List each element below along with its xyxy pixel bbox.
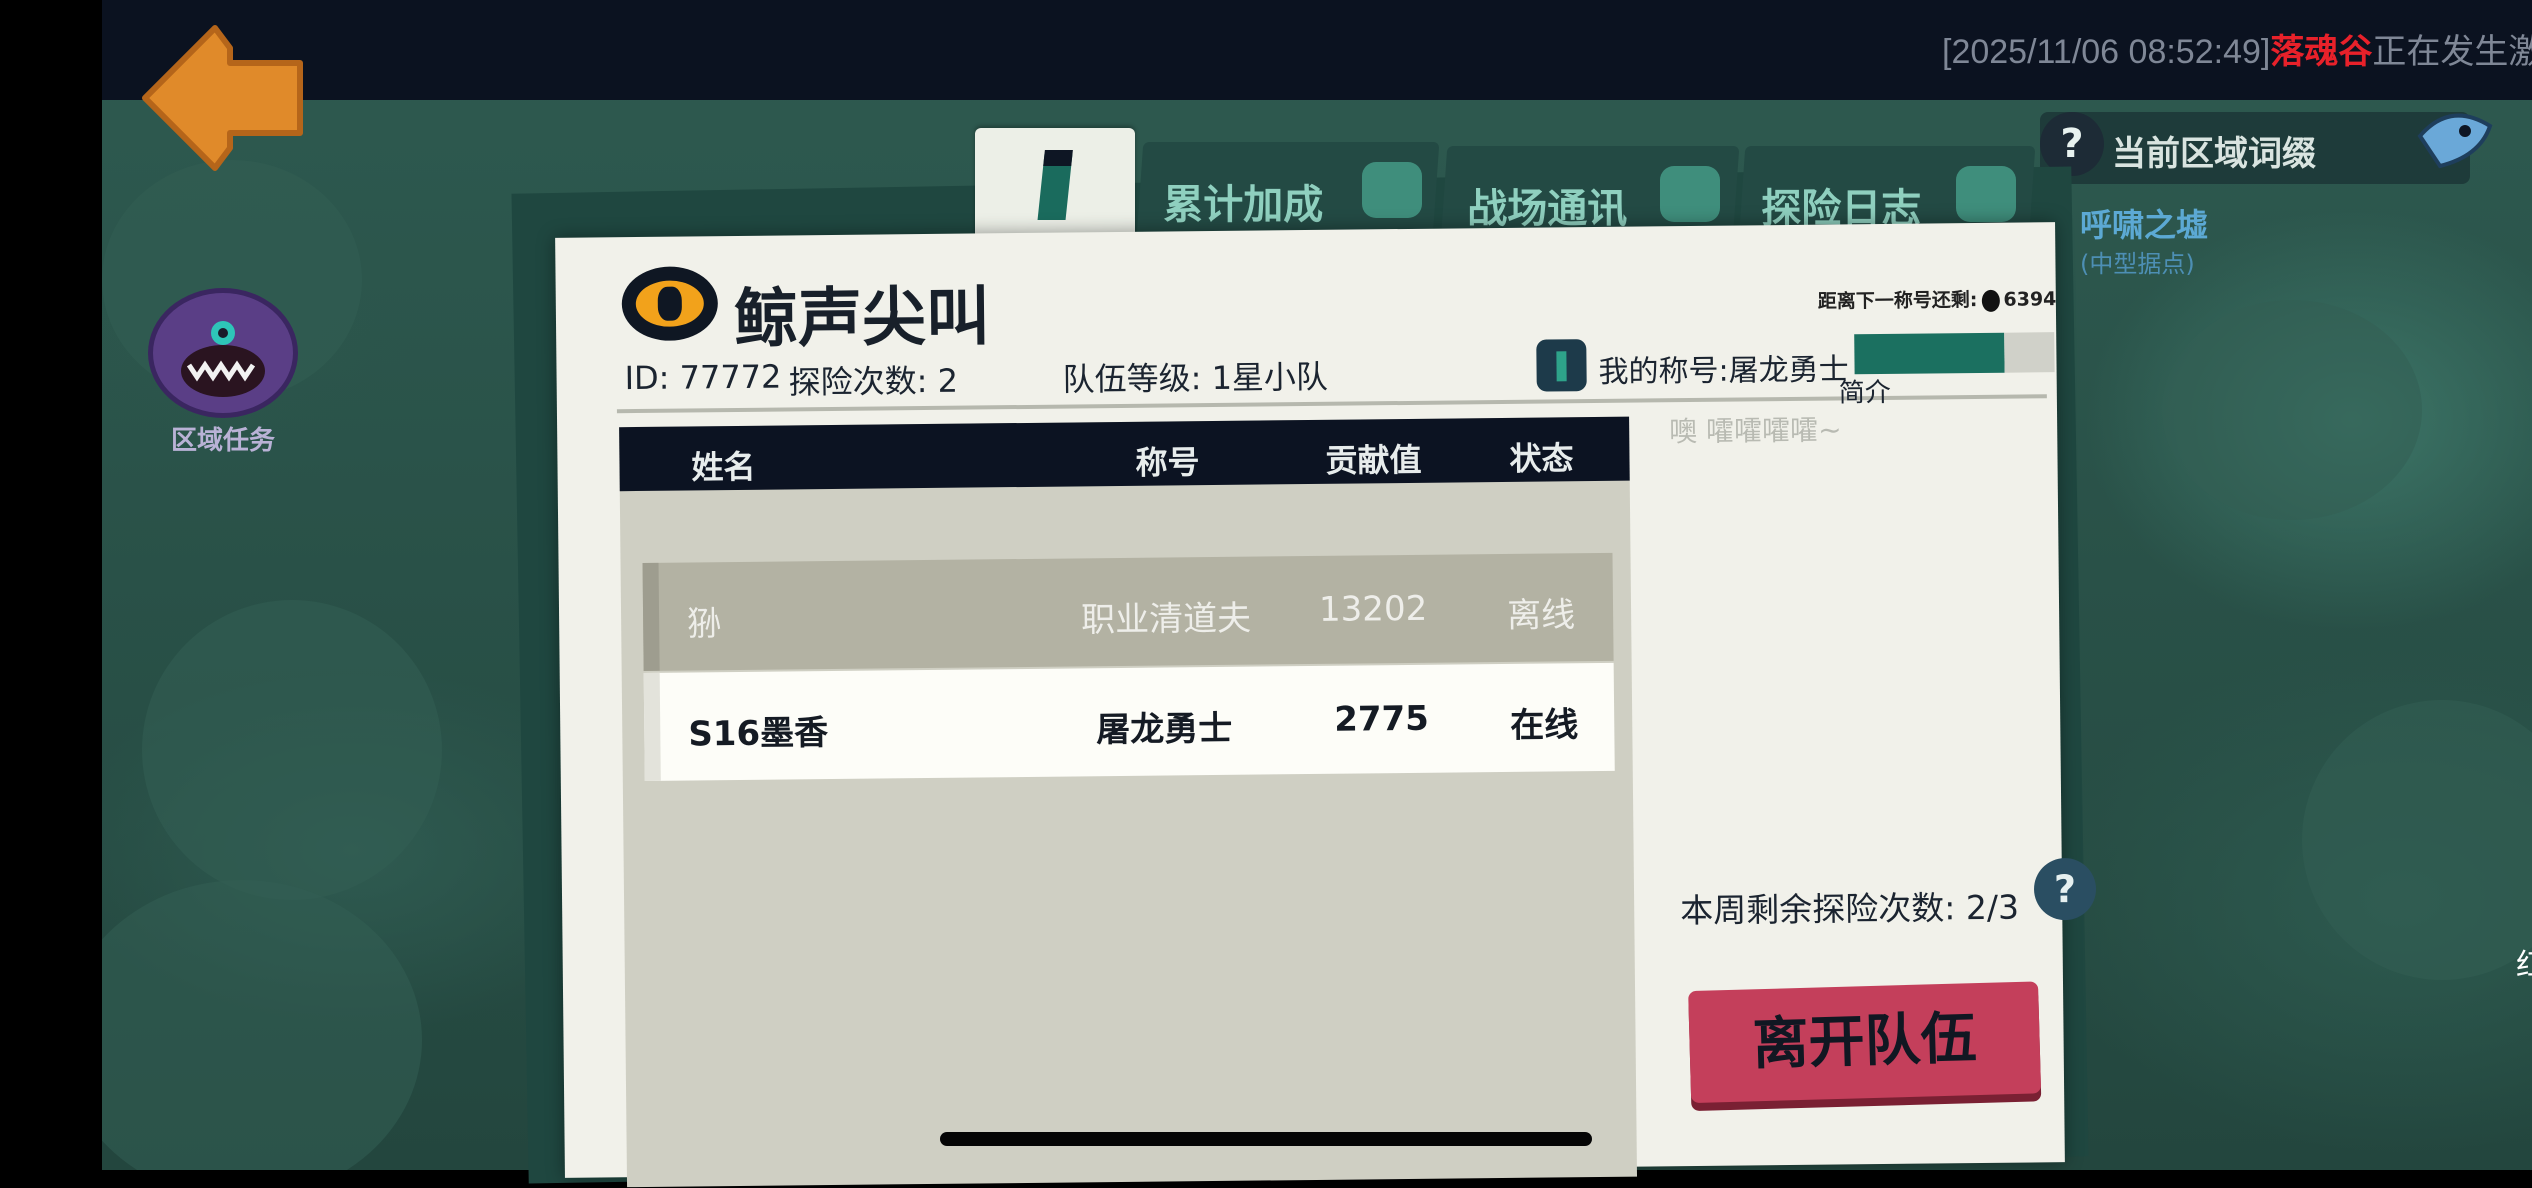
bush [2302, 700, 2532, 980]
title-progress-fill [1854, 332, 2005, 375]
member-title: 屠龙勇士 [1096, 708, 1233, 751]
team-id: ID: 77772 [624, 357, 782, 398]
ticker-time: [2025/11/06 08:52:49] [1942, 33, 2271, 71]
member-name: S16墨香 [688, 713, 829, 755]
member-name: 狲 [686, 604, 722, 645]
table-header: 姓名 称号 贡献值 状态 [619, 416, 1630, 492]
skull-icon [1362, 162, 1422, 218]
member-contribution: 2775 [1333, 698, 1430, 740]
edge-text: 红 [2516, 948, 2532, 983]
region-task-label: 区域任务 [170, 426, 275, 456]
chat-bubble-icon [1660, 166, 1720, 222]
team-name: 鲸声尖叫 [733, 280, 991, 358]
ticker-message: 正在发生激烈的 [2372, 33, 2532, 71]
member-contribution: 13202 [1318, 588, 1428, 630]
next-title-remaining: 距离下一称号还剩: 6394 [1818, 284, 2057, 313]
ticker-location: 落魂谷 [2270, 33, 2373, 71]
table-row[interactable]: 狲 职业清道夫 13202 离线 [642, 552, 1614, 671]
bird-avatar-icon[interactable] [2410, 96, 2500, 176]
map-location-name[interactable]: 呼啸之墟 [2080, 200, 2208, 246]
tab-team-info[interactable] [975, 128, 1135, 242]
help-button[interactable]: ? [2033, 857, 2097, 921]
info-icon [1037, 154, 1073, 220]
broadcast-ticker: [2025/11/06 08:52:49]落魂谷正在发生激烈的 [1942, 24, 2532, 73]
tab-label: 战场通讯 [1467, 186, 1628, 232]
team-level: 队伍等级: 1星小队 [1062, 357, 1329, 399]
edit-icon [1956, 166, 2016, 222]
home-indicator[interactable] [940, 1132, 1592, 1146]
tab-cumulative-bonus[interactable]: 累计加成 [1136, 142, 1440, 238]
leave-team-button[interactable]: 离开队伍 [1688, 981, 2042, 1104]
bush [102, 880, 422, 1170]
team-info-panel: 鲸声尖叫 ID: 77772 探险次数: 2 队伍等级: 1星小队 距离下一称号… [555, 222, 2097, 1188]
member-status: 在线 [1510, 705, 1579, 746]
map-location-sub: (中型据点) [2080, 250, 2195, 278]
my-title-text: 我的称号:屠龙勇士 [1598, 352, 1849, 390]
bush [2162, 300, 2422, 520]
weekly-remaining-label: 本周剩余探险次数: [1680, 888, 1956, 931]
next-title-label: 距离下一称号还剩: [1817, 288, 1978, 313]
member-status: 离线 [1506, 595, 1576, 636]
explore-count: 探险次数: 2 [788, 361, 959, 402]
intro-label: 简介 [1838, 377, 1891, 409]
header-name: 姓名 [691, 447, 756, 487]
header-status: 状态 [1509, 439, 1574, 478]
top-bar: [2025/11/06 08:52:49]落魂谷正在发生激烈的 [102, 0, 2532, 100]
tab-label: 累计加成 [1163, 182, 1324, 228]
eye-icon [621, 266, 719, 342]
bush [142, 600, 442, 900]
header-title: 称号 [1135, 443, 1200, 482]
info-badge-icon[interactable] [1536, 339, 1587, 392]
coin-icon [1981, 289, 2000, 312]
member-title: 职业清道夫 [1080, 598, 1252, 641]
table-row[interactable]: S16墨香 屠龙勇士 2775 在线 [643, 662, 1615, 781]
weekly-remaining-value: 2/3 [1965, 887, 2020, 928]
intro-text: 噢 嚯嚯嚯嚯~ [1669, 413, 1842, 449]
member-table: 姓名 称号 贡献值 状态 狲 职业清道夫 13202 离线 S16墨香 屠龙勇士… [619, 416, 1638, 1188]
back-arrow-icon[interactable] [135, 18, 310, 178]
monster-icon [148, 288, 298, 418]
region-affix-label: 当前区域词缀 [2112, 134, 2316, 174]
weekly-remaining: 本周剩余探险次数: 2/3 [1680, 881, 2019, 933]
next-title-value: 6394 [2003, 288, 2057, 311]
region-task-button[interactable]: 区域任务 [148, 288, 298, 457]
region-affix-bar[interactable]: ? 当前区域词缀 [2040, 112, 2470, 184]
title-progress-track [2004, 332, 2055, 373]
header-contribution: 贡献值 [1325, 440, 1422, 480]
